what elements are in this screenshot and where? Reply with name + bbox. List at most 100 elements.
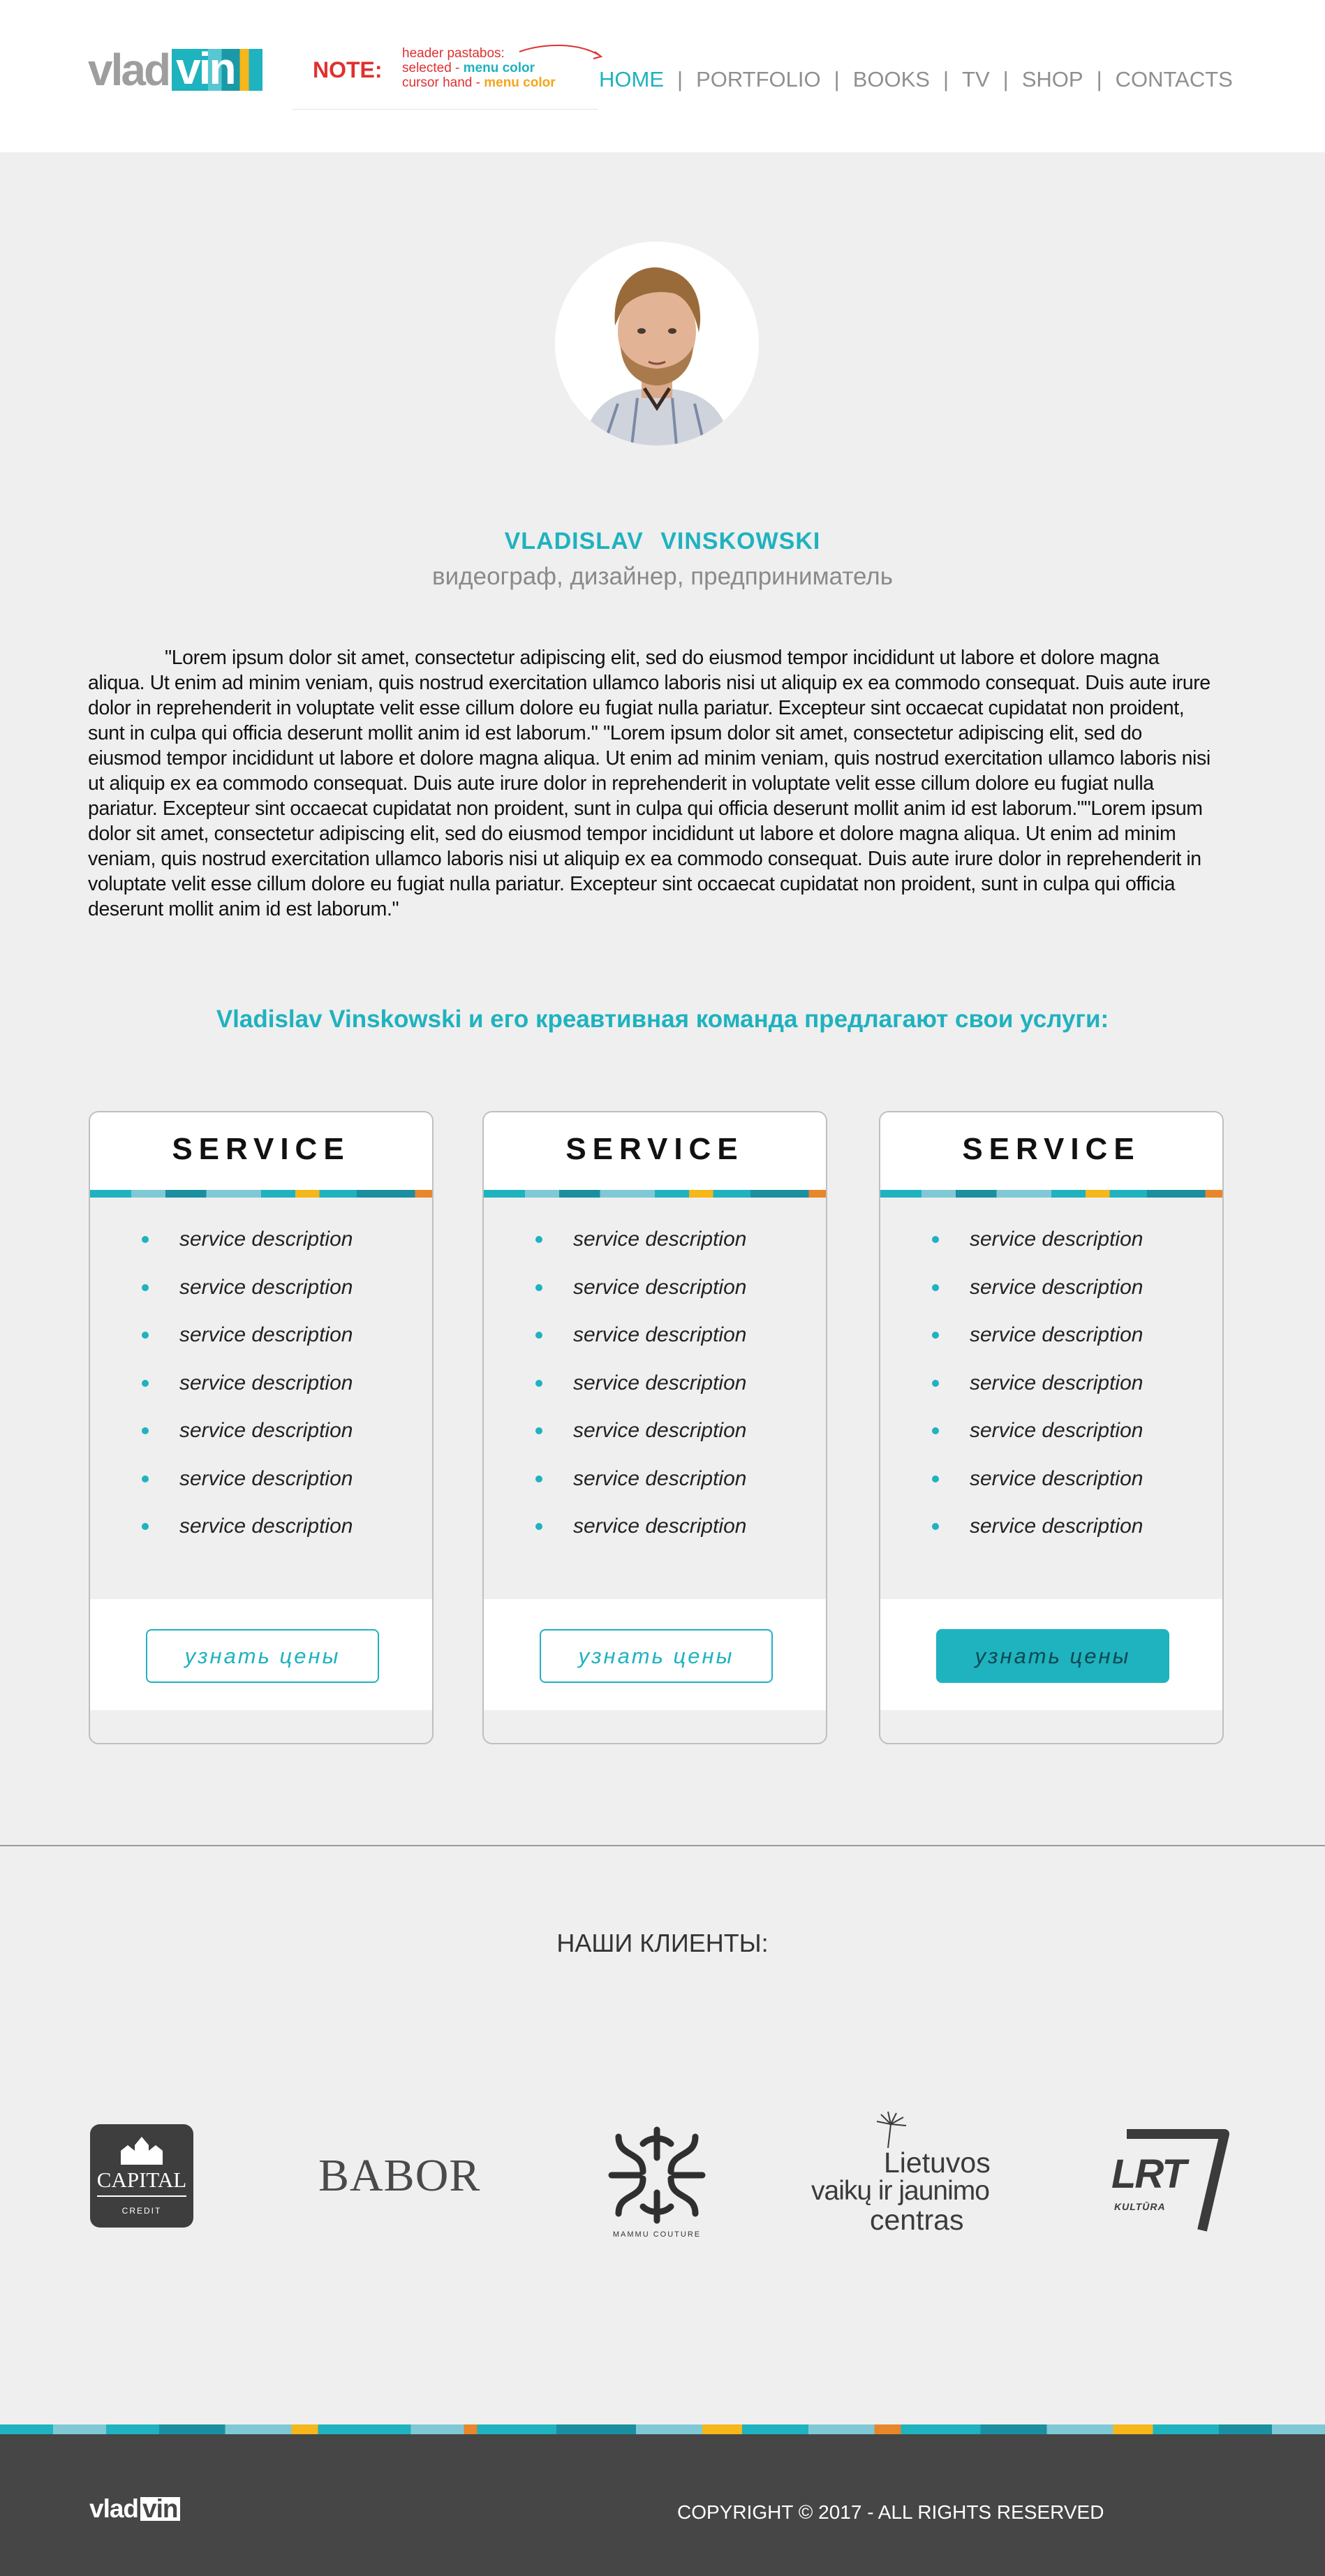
clients-heading: НАШИ КЛИЕНТЫ:	[556, 1929, 769, 1957]
bullet-icon	[932, 1379, 939, 1387]
bullet-icon	[142, 1427, 149, 1435]
lvjc-line-3: centras	[870, 2204, 964, 2236]
nav-home[interactable]: HOME	[599, 67, 664, 92]
bullet-icon	[535, 1283, 542, 1291]
capital-divider	[97, 2195, 186, 2197]
service-list-item: service description	[90, 1455, 432, 1503]
lrt-name: LRT	[1111, 2151, 1187, 2197]
service-list-item: service description	[90, 1264, 432, 1312]
note-line-3: cursor hand - menu color	[402, 75, 556, 90]
nav-tv[interactable]: TV	[962, 67, 990, 92]
client-logo-mammu[interactable]: MAMMU COUTURE	[605, 2123, 709, 2242]
profile-name: VLADISLAV VINSKOWSKI	[504, 528, 821, 554]
service-description: service description	[970, 1419, 1143, 1443]
nav-shop[interactable]: SHOP	[1022, 67, 1083, 92]
footer-logo-part2: vin	[140, 2496, 180, 2522]
get-prices-button[interactable]: узнать цены	[540, 1629, 773, 1683]
client-logo-babor[interactable]: BABOR	[318, 2149, 480, 2202]
service-description: service description	[970, 1228, 1143, 1251]
service-description: service description	[179, 1371, 353, 1394]
lvjc-line-1: Lietuvos	[884, 2147, 991, 2179]
copyright-text: COPYRIGHT © 2017 - ALL RIGHTS RESERVED	[677, 2501, 1104, 2523]
services-heading: Vladislav Vinskowski и его креавтивная к…	[216, 1006, 1109, 1033]
client-logo-capital-credit[interactable]: CAPITAL CREDIT	[90, 2124, 193, 2228]
service-description: service description	[970, 1323, 1143, 1347]
client-logo-lrt[interactable]: LRT KULTŪRA	[1106, 2119, 1231, 2237]
service-card-title: SERVICE	[172, 1132, 350, 1166]
footer-logo[interactable]: vlad vin	[89, 2494, 180, 2524]
bullet-icon	[142, 1379, 149, 1387]
service-description: service description	[573, 1371, 747, 1394]
mammu-name: MAMMU COUTURE	[612, 2230, 702, 2239]
service-description: service description	[573, 1419, 747, 1443]
service-list-item: service description	[90, 1216, 432, 1264]
capital-name: CAPITAL	[96, 2167, 187, 2192]
service-list-item: service description	[484, 1360, 826, 1408]
bullet-icon	[932, 1523, 939, 1531]
lvjc-line-2: vaikų ir jaunimo	[811, 2176, 990, 2206]
service-list-item: service description	[880, 1311, 1222, 1360]
service-description: service description	[179, 1466, 353, 1490]
get-prices-button[interactable]: узнать цены	[936, 1629, 1169, 1683]
bullet-icon	[142, 1332, 149, 1339]
nav-contacts[interactable]: CONTACTS	[1116, 67, 1233, 92]
bullet-icon	[535, 1475, 542, 1482]
service-card-stripe	[880, 1190, 1222, 1198]
bullet-icon	[932, 1283, 939, 1291]
nav-portfolio[interactable]: PORTFOLIO	[696, 67, 821, 92]
service-list-item: service description	[90, 1503, 432, 1551]
service-list: service description service description …	[484, 1216, 826, 1551]
service-list-item: service description	[880, 1216, 1222, 1264]
lrt-sub: KULTŪRA	[1114, 2201, 1166, 2212]
service-list-item: service description	[880, 1407, 1222, 1455]
service-list-item: service description	[484, 1311, 826, 1360]
service-list-item: service description	[484, 1407, 826, 1455]
service-card-stripe	[90, 1190, 432, 1198]
site-footer: vlad vin COPYRIGHT © 2017 - ALL RIGHTS R…	[0, 2434, 1325, 2576]
service-card: SERVICE service description service desc…	[89, 1111, 434, 1744]
bullet-icon	[535, 1427, 542, 1435]
service-description: service description	[573, 1323, 747, 1347]
site-logo[interactable]: vlad vin	[88, 45, 263, 95]
bullet-icon	[535, 1379, 542, 1387]
client-logo-lvjc[interactable]: Lietuvos vaikų ir jaunimo centras	[811, 2110, 1001, 2236]
note-title: NOTE:	[313, 57, 383, 82]
service-description: service description	[179, 1323, 353, 1347]
service-list-item: service description	[484, 1216, 826, 1264]
note-line-2-prefix: selected -	[402, 61, 464, 75]
section-divider	[0, 1845, 1325, 1846]
bullet-icon	[535, 1523, 542, 1531]
service-list: service description service description …	[880, 1216, 1222, 1551]
service-description: service description	[970, 1515, 1143, 1538]
service-card-title: SERVICE	[565, 1132, 744, 1166]
capital-sub: CREDIT	[121, 2206, 162, 2216]
service-description: service description	[179, 1515, 353, 1538]
service-description: service description	[573, 1466, 747, 1490]
service-list-item: service description	[880, 1360, 1222, 1408]
building-icon	[121, 2137, 163, 2165]
logo-text-part2-block: vin	[172, 46, 263, 91]
service-description: service description	[179, 1228, 353, 1251]
site-header: vlad vin NOTE: header pastabos: selected…	[0, 0, 1325, 152]
note-line-3-accent: menu color	[484, 75, 556, 90]
note-line-3-prefix: cursor hand -	[402, 75, 484, 90]
avatar-portrait-icon	[555, 242, 759, 446]
profile-role: видеограф, дизайнер, предприниматель	[432, 563, 893, 590]
service-list-item: service description	[484, 1503, 826, 1551]
nav-separator: |	[1002, 67, 1009, 91]
service-description: service description	[179, 1419, 353, 1443]
footer-stripe	[0, 2424, 1325, 2434]
footer-logo-part1: vlad	[89, 2494, 139, 2523]
service-list-item: service description	[484, 1455, 826, 1503]
service-list-item: service description	[880, 1264, 1222, 1312]
note-arrow-icon	[519, 45, 603, 59]
service-card-stripe	[484, 1190, 826, 1198]
logo-text-part1: vlad	[88, 45, 171, 95]
bullet-icon	[932, 1475, 939, 1482]
service-list-item: service description	[484, 1264, 826, 1312]
mammu-ornament-icon	[608, 2126, 706, 2224]
nav-books[interactable]: BOOKS	[853, 67, 930, 92]
get-prices-button[interactable]: узнать цены	[146, 1629, 379, 1683]
service-description: service description	[573, 1228, 747, 1251]
bullet-icon	[142, 1283, 149, 1291]
